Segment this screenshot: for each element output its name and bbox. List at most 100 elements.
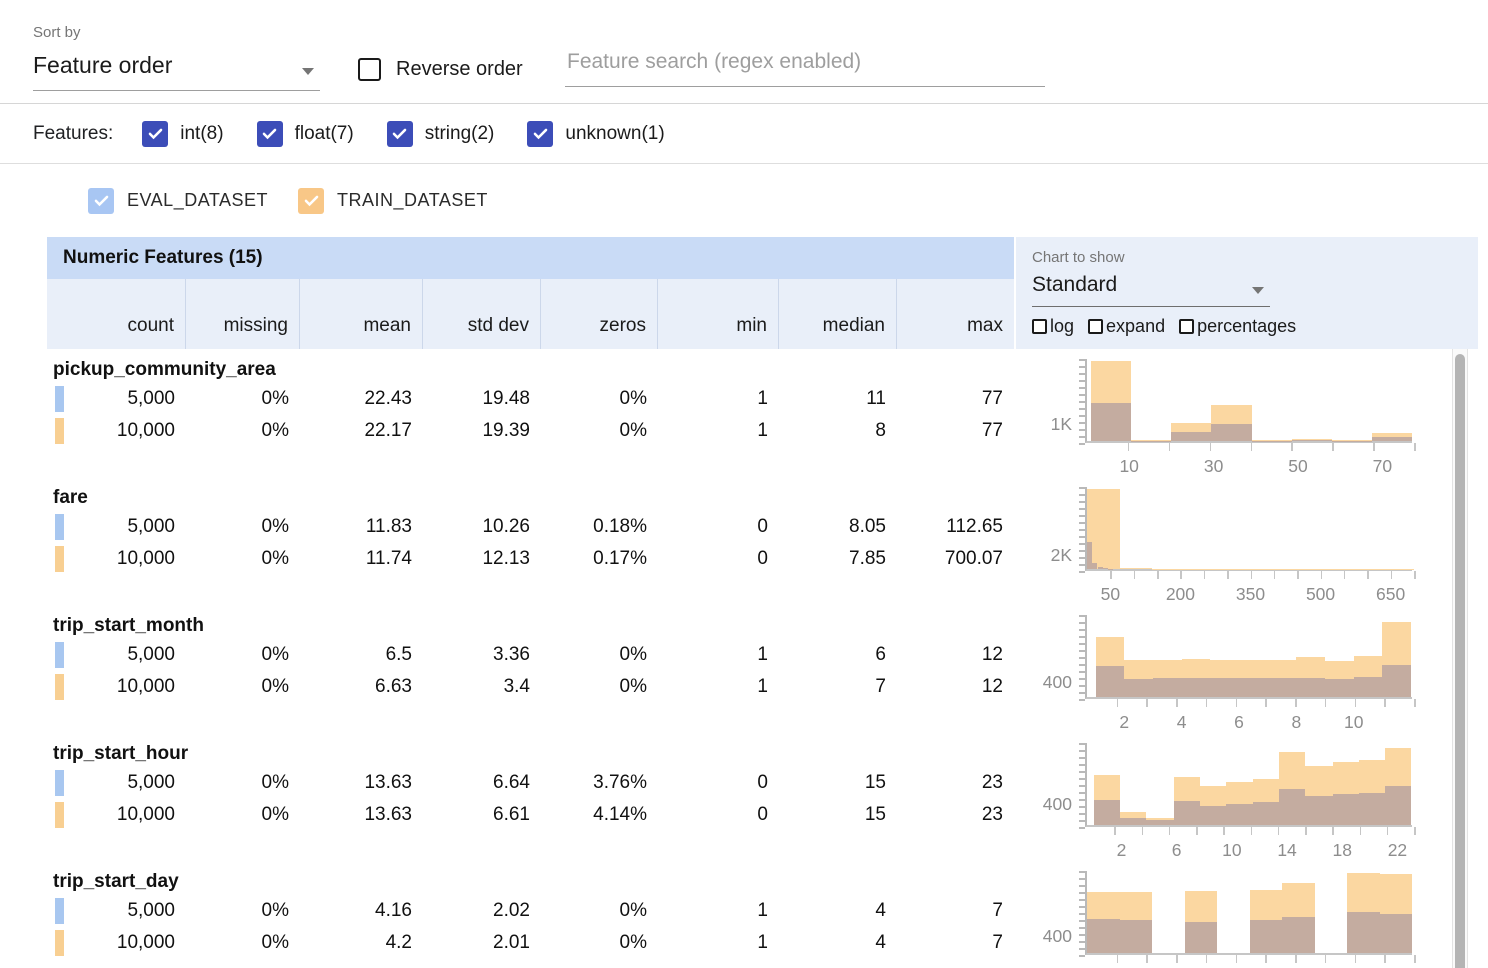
stat-max: 23 [897,767,1014,799]
x-axis-tick [1265,955,1267,963]
y-axis-tick [1079,948,1085,950]
y-axis-label: 2K [1014,546,1072,564]
y-axis-tick [1079,522,1085,524]
x-axis-tick-label: 22 [1367,840,1427,861]
y-axis-tick [1079,408,1085,410]
eval-bar [1372,437,1412,441]
histogram-plot[interactable]: 10305070 [1085,359,1412,443]
x-axis-tick [1176,699,1178,707]
stat-min: 1 [658,639,779,671]
stat-median: 6 [779,639,897,671]
x-axis-tick [1117,699,1119,707]
stat-std dev: 6.64 [423,767,541,799]
chart-option-percentages[interactable]: percentages [1179,316,1296,337]
eval-bar [1354,677,1383,697]
x-axis-tick [1295,955,1297,963]
y-axis-tick [1079,394,1085,396]
y-axis-tick [1079,401,1085,403]
feature-type-label: int(8) [180,123,223,145]
stat-zeros: 0% [541,415,658,447]
sort-by-select[interactable]: Feature order [33,52,320,91]
column-header-std-dev: std dev [423,279,541,349]
y-axis-tick [1079,678,1085,680]
x-axis-tick-label: 500 [1291,584,1351,605]
x-axis-tick [1265,699,1267,707]
x-axis-tick [1384,955,1386,963]
stat-count: 5,000 [47,511,186,543]
feature-type-checkbox-unknown[interactable]: unknown(1) [527,121,664,147]
histogram-plot[interactable]: 2610141822 [1085,743,1412,827]
checkbox-unchecked-icon [1179,319,1194,334]
y-axis-tick [1079,955,1085,957]
x-axis-tick [1206,699,1208,707]
feature-type-checkbox-int[interactable]: int(8) [142,121,223,147]
y-axis-tick [1079,557,1085,559]
chart-option-log[interactable]: log [1032,316,1074,337]
x-axis-tick [1414,699,1416,707]
column-header-zeros: zeros [541,279,658,349]
checkbox-checked-icon [387,121,413,147]
eval-bar [1120,818,1146,825]
stat-zeros: 4.14% [541,799,658,831]
stat-missing: 0% [186,415,300,447]
checkbox-unchecked-icon [358,58,381,81]
y-axis-label: 400 [1014,673,1072,691]
histograms: 103050701K502003505006502K24681040026101… [1014,349,1478,968]
y-axis-tick [1079,806,1085,808]
feature-type-checkbox-string[interactable]: string(2) [387,121,495,147]
chart-type-select[interactable]: Standard [1032,273,1270,307]
dataset-toggle-eval[interactable]: EVAL_DATASET [88,188,268,214]
stat-std dev: 3.36 [423,639,541,671]
column-header-row: countmissingmeanstd devzerosminmedianmax [47,279,1014,349]
y-axis-label: 400 [1014,795,1072,813]
vertical-scrollbar[interactable] [1452,349,1468,968]
stat-row-eval: 5,0000%13.636.643.76%01523 [47,767,1014,799]
stat-mean: 13.63 [300,767,423,799]
chart-option-expand[interactable]: expand [1088,316,1165,337]
reverse-order-checkbox[interactable]: Reverse order [358,58,523,81]
checkbox-checked-icon [527,121,553,147]
feature-search-input[interactable] [565,46,1045,87]
dataset-toggle-train[interactable]: TRAIN_DATASET [298,188,488,214]
column-header-median: median [779,279,897,349]
stat-row-eval: 5,0000%11.8310.260.18%08.05112.65 [47,511,1014,543]
y-axis-tick [1079,871,1085,873]
y-axis-tick [1079,757,1085,759]
stat-count: 10,000 [47,543,186,575]
y-axis-tick [1079,743,1085,745]
x-axis-tick [1128,443,1130,451]
stat-mean: 4.16 [300,895,423,927]
eval-bar [1382,665,1411,697]
y-axis-tick [1079,359,1085,361]
x-axis-tick-label: 200 [1150,584,1210,605]
stat-row-eval: 5,0000%6.53.360%1612 [47,639,1014,671]
scrollbar-thumb[interactable] [1455,354,1465,968]
stat-mean: 4.2 [300,927,423,959]
stat-max: 7 [897,927,1014,959]
histogram-plot[interactable] [1085,871,1412,955]
checkbox-checked-icon [298,188,324,214]
histogram-plot[interactable]: 246810 [1085,615,1412,699]
feature-type-label: unknown(1) [565,123,664,145]
eval-bar [1185,922,1218,953]
chart-option-label: log [1050,316,1074,337]
stat-row-train: 10,0000%6.633.40%1712 [47,671,1014,703]
eval-bar [1087,919,1120,953]
feature-type-checkbox-float[interactable]: float(7) [257,121,354,147]
stat-mean: 22.17 [300,415,423,447]
x-axis-tick [1134,571,1136,579]
y-axis-tick [1079,906,1085,908]
stat-min: 0 [658,543,779,575]
y-axis-tick [1079,878,1085,880]
y-axis-tick [1079,650,1085,652]
histogram-pickup_community_area: 103050701K [1014,349,1478,477]
x-axis-tick [1278,827,1280,835]
checkbox-unchecked-icon [1088,319,1103,334]
eval-bar [1226,804,1252,825]
stat-missing: 0% [186,799,300,831]
histogram-trip_start_hour: 2610141822 400 [1014,733,1478,861]
column-header-missing: missing [186,279,300,349]
histogram-plot[interactable]: 50200350500650 [1085,487,1412,571]
y-axis-tick [1079,764,1085,766]
stat-zeros: 0% [541,639,658,671]
